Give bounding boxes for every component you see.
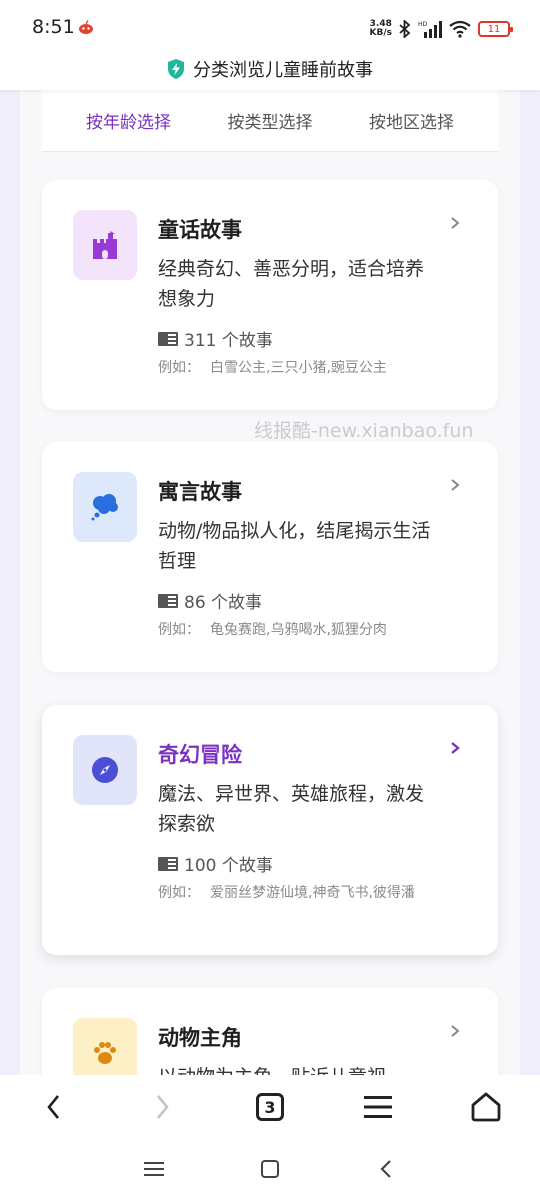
battery-indicator: 11: [478, 21, 513, 37]
story-count: 311 个故事: [158, 326, 273, 351]
book-icon: [158, 593, 178, 608]
filter-tabs: 按年龄选择 按类型选择 按地区选择: [42, 90, 498, 152]
watermark: 线报酷-new.xianbao.fun: [254, 420, 474, 442]
system-home-button[interactable]: [256, 1155, 284, 1183]
home-icon: [471, 1092, 501, 1122]
category-title: 童话故事: [158, 218, 242, 242]
arrow-left-icon: [47, 1095, 60, 1119]
book-icon: [158, 331, 178, 346]
bluetooth-icon: [399, 20, 411, 38]
tab-count: 3: [256, 1093, 284, 1121]
story-count: 100 个故事: [158, 851, 273, 876]
tab-by-age[interactable]: 按年龄选择: [86, 108, 171, 133]
chevron-right-icon: [451, 479, 460, 491]
notification-app-icon: [79, 20, 93, 34]
back-button[interactable]: [36, 1089, 72, 1125]
book-icon: [158, 856, 178, 871]
examples-text: 龟兔赛跑,乌鸦喝水,狐狸分肉: [210, 622, 387, 638]
chevron-right-icon: [451, 1025, 460, 1037]
category-card-fairy-tales[interactable]: 童话故事 经典奇幻、善恶分明，适合培养想象力 311 个故事 例如： 白雪公主,…: [42, 180, 498, 410]
recent-apps-button[interactable]: [140, 1155, 168, 1183]
title-bar: 分类浏览儿童睡前故事: [0, 48, 540, 90]
category-card-fantasy-adventure[interactable]: 奇幻冒险 魔法、异世界、英雄旅程，激发探索欲 100 个故事 例如： 爱丽丝梦游…: [42, 705, 498, 955]
hamburger-menu-icon: [364, 1096, 392, 1118]
browser-toolbar: 3: [0, 1075, 540, 1139]
menu-lines-icon: [144, 1162, 164, 1176]
forward-button[interactable]: [144, 1089, 180, 1125]
page-title: 分类浏览儿童睡前故事: [193, 60, 373, 81]
shield-icon: [168, 59, 184, 79]
examples-text: 白雪公主,三只小猪,豌豆公主: [210, 360, 387, 376]
page-content: 按年龄选择 按类型选择 按地区选择 童话故事 经典奇幻、善恶分明，适合培养想象力: [0, 90, 540, 1075]
story-count-text: 311 个故事: [184, 331, 273, 351]
tab-by-region[interactable]: 按地区选择: [369, 108, 454, 133]
category-card-fables[interactable]: 寓言故事 动物/物品拟人化，结尾揭示生活哲理 86 个故事 例如： 龟兔赛跑,乌…: [42, 442, 498, 672]
arrow-right-icon: [156, 1095, 169, 1119]
story-count: 86 个故事: [158, 588, 262, 613]
menu-button[interactable]: [360, 1089, 396, 1125]
thought-cloud-icon: [73, 472, 137, 542]
story-count-text: 86 个故事: [184, 593, 263, 613]
home-button[interactable]: [468, 1089, 504, 1125]
compass-icon: [73, 735, 137, 805]
chevron-right-icon: [451, 217, 460, 229]
svg-text:HD: HD: [418, 21, 428, 28]
content-column: 按年龄选择 按类型选择 按地区选择 童话故事 经典奇幻、善恶分明，适合培养想象力: [20, 90, 520, 1075]
tabs-button[interactable]: 3: [252, 1089, 288, 1125]
square-home-icon: [261, 1160, 279, 1178]
network-speed: 3.48 KB/s: [370, 20, 392, 38]
examples-label: 例如：: [158, 622, 200, 638]
back-chevron-icon: [380, 1160, 391, 1178]
category-card-animal-heroes[interactable]: 动物主角 以动物为主角，贴近儿童视: [42, 988, 498, 1075]
status-time: 8:51: [32, 16, 75, 38]
category-examples: 例如： 爱丽丝梦游仙境,神奇飞书,彼得潘: [158, 883, 418, 903]
examples-text: 爱丽丝梦游仙境,神奇飞书,彼得潘: [210, 885, 415, 901]
category-examples: 例如： 白雪公主,三只小猪,豌豆公主: [158, 358, 418, 378]
category-description: 动物/物品拟人化，结尾揭示生活哲理: [158, 520, 431, 572]
paw-icon: [73, 1018, 137, 1075]
category-description: 以动物为主角，贴近儿童视: [158, 1062, 438, 1075]
category-description: 魔法、异世界、英雄旅程，激发探索欲: [158, 783, 425, 835]
net-speed-unit: KB/s: [369, 28, 392, 38]
system-back-button[interactable]: [372, 1155, 400, 1183]
system-navigation-bar: [0, 1139, 540, 1200]
tab-by-type[interactable]: 按类型选择: [228, 108, 313, 133]
category-description: 经典奇幻、善恶分明，适合培养想象力: [158, 258, 425, 310]
category-title: 动物主角: [158, 1026, 242, 1050]
hd-signal-icon: HD: [418, 21, 442, 38]
castle-icon: [73, 210, 137, 280]
chevron-right-icon: [451, 742, 460, 754]
category-examples: 例如： 龟兔赛跑,乌鸦喝水,狐狸分肉: [158, 620, 418, 640]
battery-level: 11: [487, 23, 501, 35]
examples-label: 例如：: [158, 360, 200, 376]
wifi-icon: [449, 20, 471, 38]
category-title: 寓言故事: [158, 480, 242, 504]
category-title: 奇幻冒险: [158, 743, 242, 767]
examples-label: 例如：: [158, 885, 200, 901]
story-count-text: 100 个故事: [184, 856, 273, 876]
